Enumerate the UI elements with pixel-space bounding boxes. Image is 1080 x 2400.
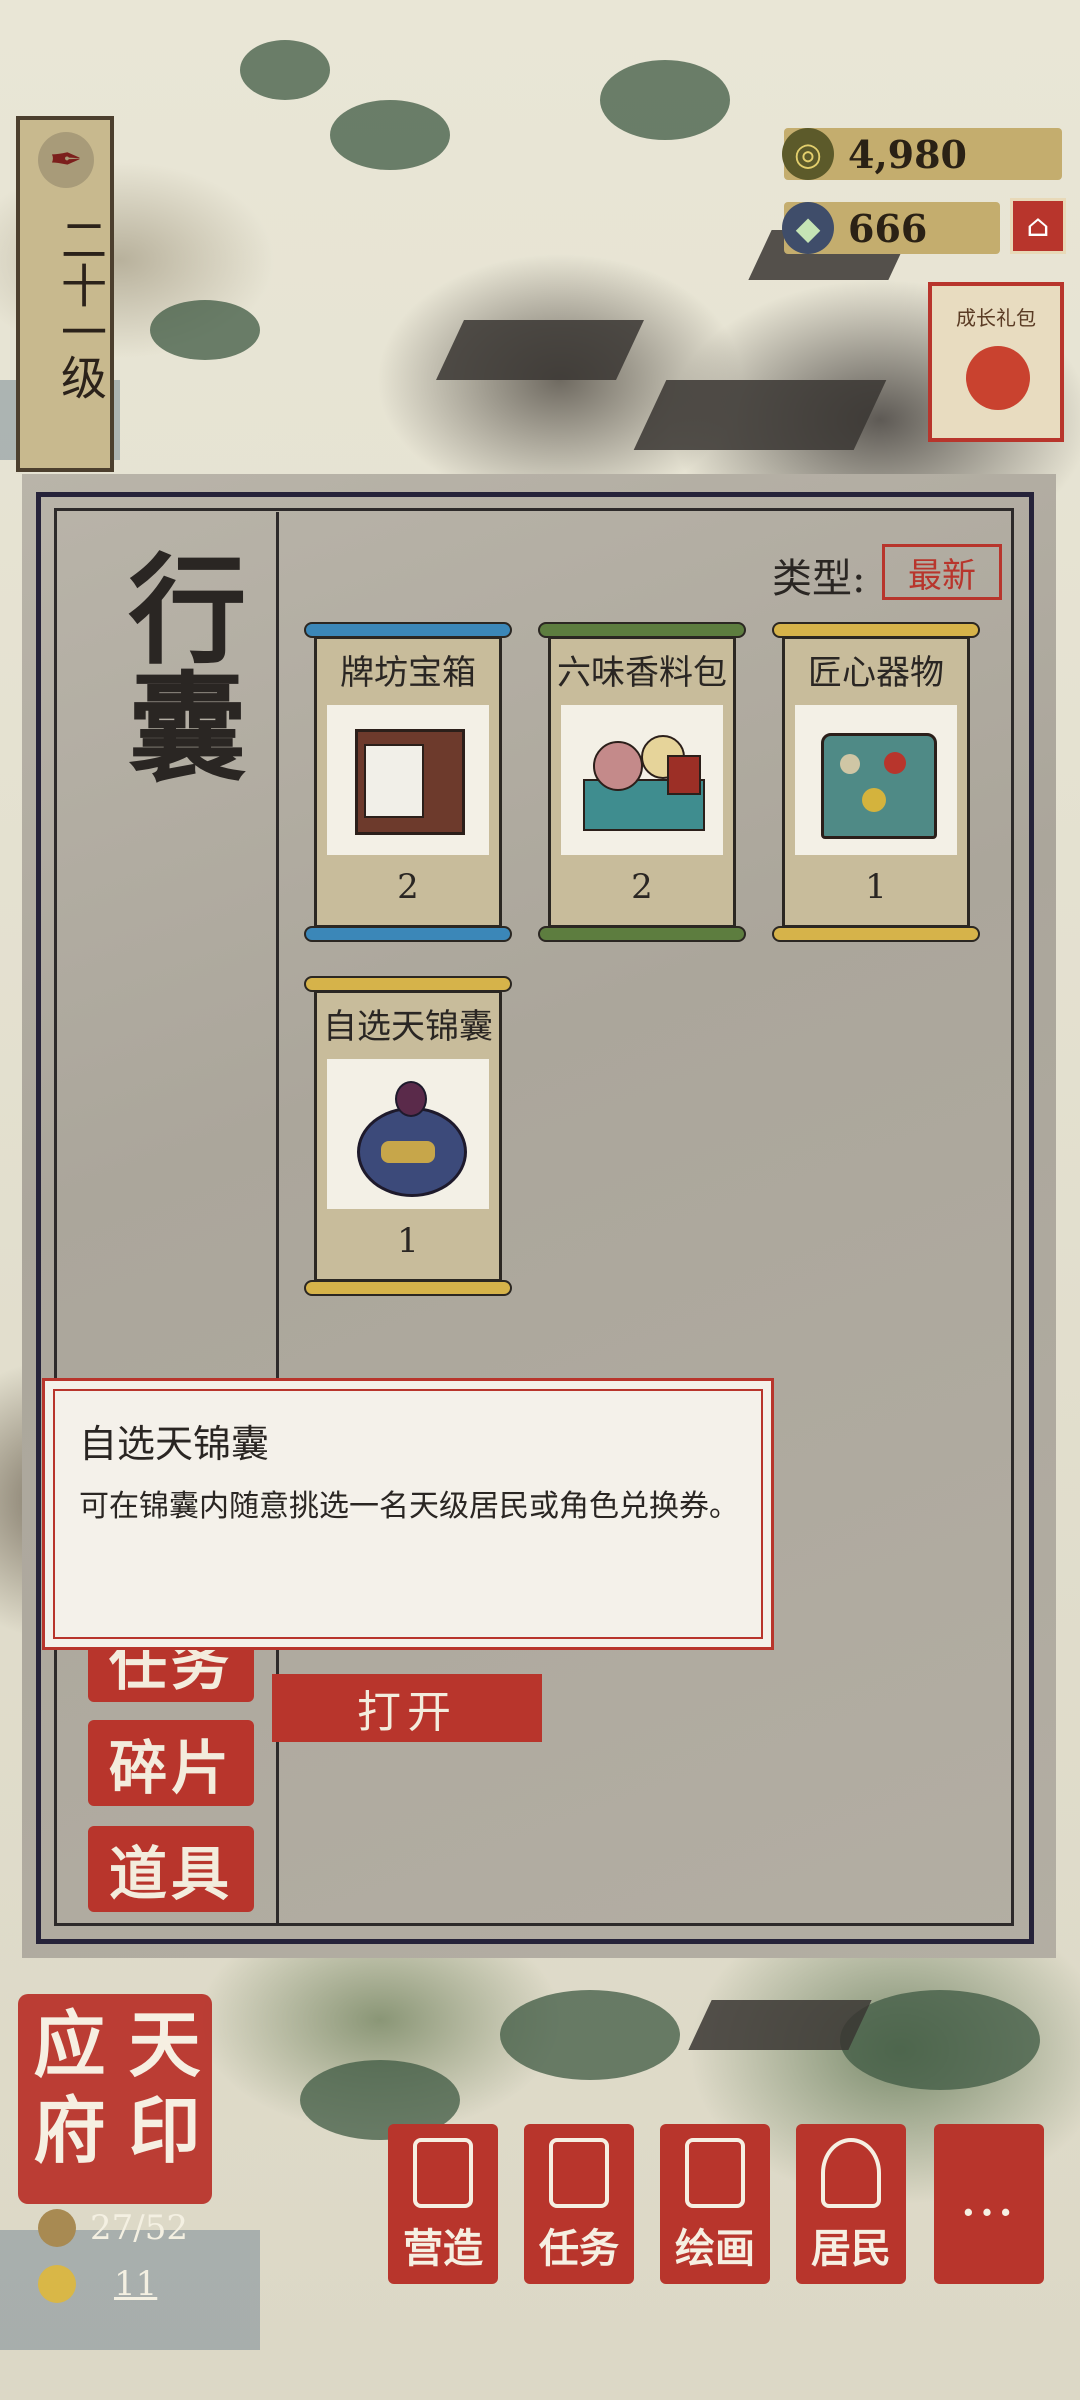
worker-icon	[38, 2265, 76, 2303]
nav-tasks[interactable]: 任务	[524, 2124, 634, 2284]
nav-label: 任务	[539, 2225, 619, 2272]
item-card-selected[interactable]: 自选天锦囊 1	[304, 976, 512, 1296]
gem-amount: 666	[848, 205, 928, 251]
scroll-rod	[304, 926, 512, 942]
shop-icon: ⌂	[1026, 208, 1050, 244]
roof	[633, 380, 887, 450]
item-name: 自选天锦囊	[323, 1007, 493, 1047]
scroll-rod	[538, 926, 746, 942]
nav-label: 营造	[403, 2225, 483, 2272]
worker-counter: 11	[38, 2264, 181, 2304]
gift-seal-icon	[966, 346, 1030, 410]
worker-value: 11	[114, 2264, 158, 2304]
open-button[interactable]: 打开	[272, 1674, 542, 1742]
item-card[interactable]: 六味香料包 2	[538, 622, 746, 942]
nav-painting[interactable]: 绘画	[660, 2124, 770, 2284]
tree	[240, 40, 330, 100]
resident-icon	[821, 2138, 881, 2208]
population-counter: 27/52	[38, 2208, 188, 2248]
tooltip-title: 自选天锦囊	[79, 1422, 270, 1466]
filter-button[interactable]: 最新	[882, 544, 1002, 600]
tree	[840, 1990, 1040, 2090]
nav-build[interactable]: 营造	[388, 2124, 498, 2284]
item-count: 2	[397, 867, 419, 907]
task-icon	[549, 2138, 609, 2208]
population-value: 27/52	[90, 2208, 188, 2248]
item-card[interactable]: 牌坊宝箱 2	[304, 622, 512, 942]
city-name-char: 印	[128, 2088, 201, 2173]
gem-counter[interactable]: ◆ 666	[782, 202, 1000, 254]
city-name-char: 应	[33, 2002, 106, 2087]
pouch-icon	[327, 1059, 489, 1209]
tab-fragments[interactable]: 碎片	[88, 1720, 254, 1806]
chest-icon	[327, 705, 489, 855]
growth-gift-pack[interactable]: 成长礼包	[928, 282, 1064, 442]
nav-residents[interactable]: 居民	[796, 2124, 906, 2284]
player-level-badge[interactable]: ✒ 二十一级	[16, 116, 114, 472]
tree	[600, 60, 730, 140]
level-text: 二十一级	[54, 216, 108, 400]
tree	[500, 1990, 680, 2080]
shop-button[interactable]: ⌂	[1010, 198, 1066, 254]
coin-amount: 4,980	[848, 131, 967, 177]
craft-box-icon	[795, 705, 957, 855]
city-seal[interactable]: 应 天 府 印 27/52 11	[18, 1994, 212, 2310]
inventory-title: 行囊	[108, 548, 247, 784]
item-card[interactable]: 匠心器物 1	[772, 622, 980, 942]
nav-label: 居民	[811, 2225, 891, 2272]
gift-pack-label: 成长礼包	[956, 306, 1036, 330]
coin-counter[interactable]: ◎ 4,980	[782, 128, 1062, 180]
nav-more[interactable]: …	[934, 2124, 1044, 2284]
item-name: 牌坊宝箱	[340, 653, 476, 693]
painting-icon	[685, 2138, 745, 2208]
nav-label: 绘画	[675, 2225, 755, 2272]
roof	[688, 2000, 872, 2050]
spice-pack-icon	[561, 705, 723, 855]
scroll-rod	[772, 926, 980, 942]
gem-icon: ◆	[782, 202, 834, 254]
item-count: 1	[397, 1221, 419, 1261]
tooltip-description: 可在锦囊内随意挑选一名天级居民或角色兑换券。	[79, 1489, 739, 1524]
brush-icon: ✒	[38, 132, 94, 188]
more-icon: …	[959, 2164, 1019, 2229]
item-name: 六味香料包	[557, 653, 727, 693]
city-name: 应 天 府 印	[22, 2002, 212, 2174]
item-count: 2	[631, 867, 653, 907]
filter-label: 类型:	[772, 556, 866, 602]
build-icon	[413, 2138, 473, 2208]
city-name-char: 天	[128, 2002, 201, 2087]
tree	[330, 100, 450, 170]
tab-props[interactable]: 道具	[88, 1826, 254, 1912]
item-name: 匠心器物	[808, 653, 944, 693]
roof	[436, 320, 644, 380]
city-name-char: 府	[33, 2088, 106, 2173]
coin-icon: ◎	[782, 128, 834, 180]
population-icon	[38, 2209, 76, 2247]
scroll-rod	[304, 1280, 512, 1296]
item-count: 1	[865, 867, 887, 907]
tree	[150, 300, 260, 360]
item-tooltip: 自选天锦囊 可在锦囊内随意挑选一名天级居民或角色兑换券。	[42, 1378, 774, 1650]
